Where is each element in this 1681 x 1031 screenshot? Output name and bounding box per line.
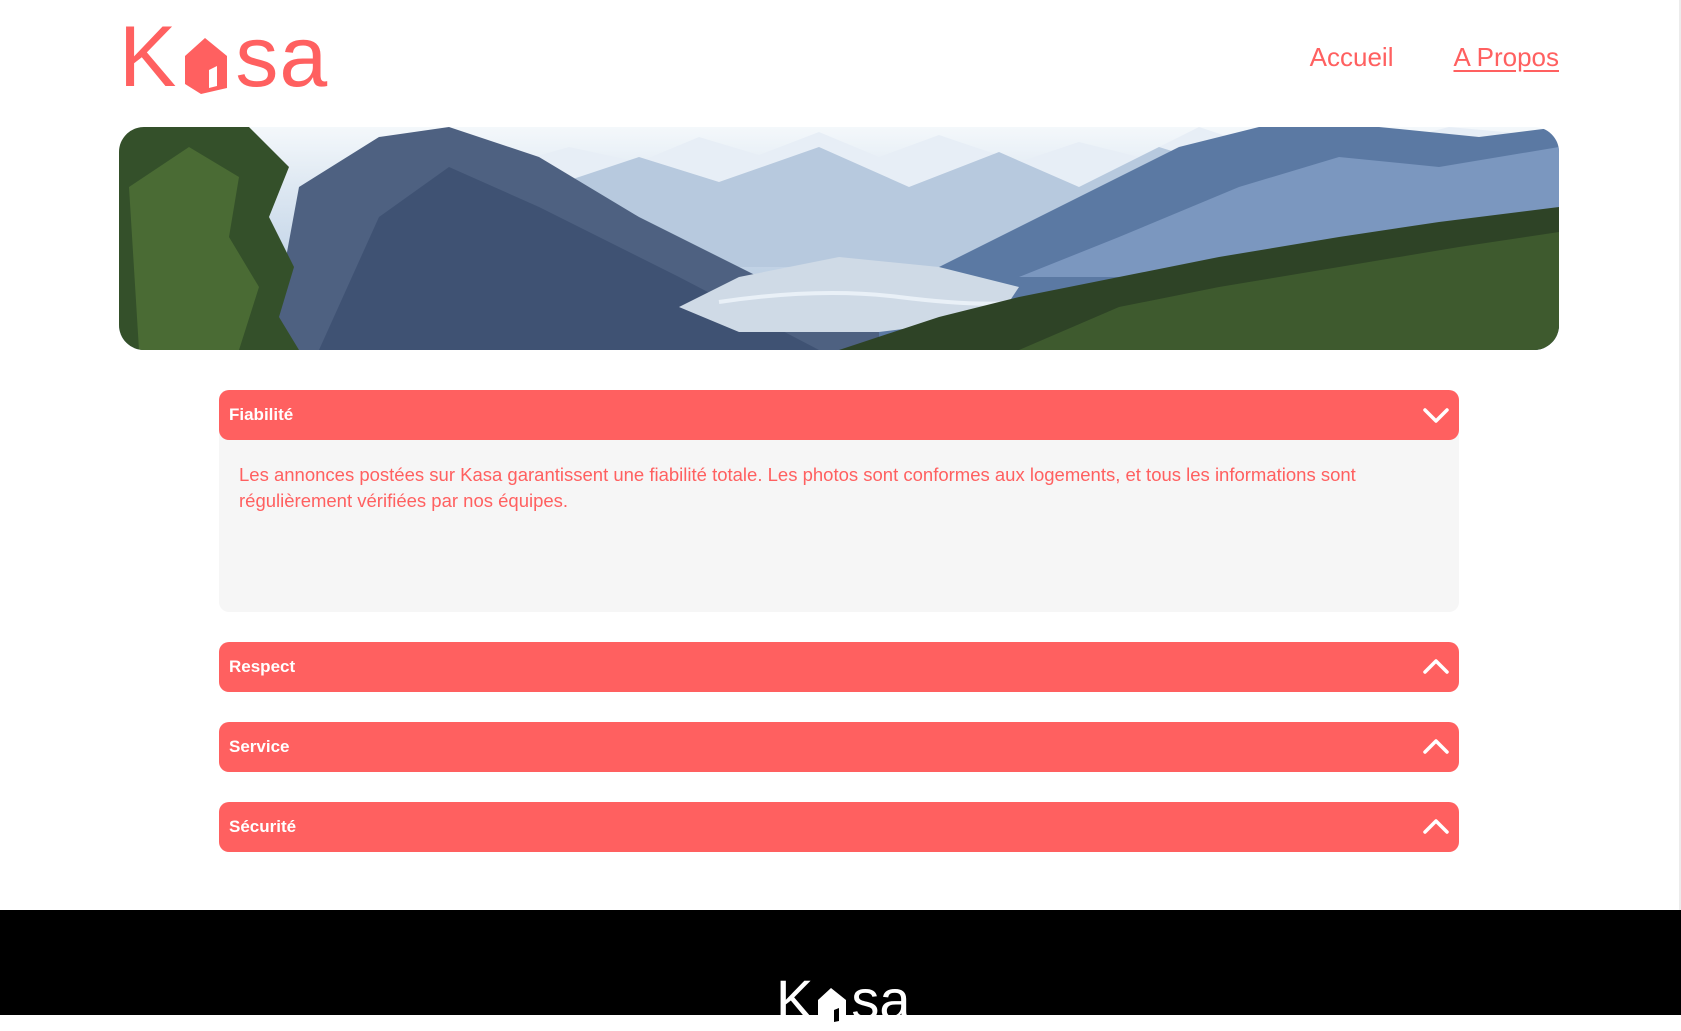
footer-logo-letters-rest: sa: [851, 968, 911, 1031]
logo-letter-k: K: [119, 9, 178, 105]
nav-link-accueil[interactable]: Accueil: [1310, 42, 1394, 73]
collapse-title: Fiabilité: [229, 405, 294, 424]
collapse-header-securite[interactable]: Sécurité: [219, 802, 1459, 852]
page: K sa Accueil A Propos Fiabilité Les anno…: [0, 0, 1681, 1030]
header: K sa Accueil A Propos: [119, 9, 1559, 105]
collapse-header-service[interactable]: Service: [219, 722, 1459, 772]
collapse-header-fiabilite[interactable]: Fiabilité: [219, 390, 1459, 440]
nav-link-a-propos[interactable]: A Propos: [1453, 42, 1559, 73]
footer-logo: K sa: [776, 970, 911, 1030]
collapse-header-respect[interactable]: Respect: [219, 642, 1459, 692]
footer: K sa: [0, 910, 1681, 1030]
collapse-title: Respect: [229, 657, 296, 676]
logo[interactable]: K sa: [119, 9, 329, 105]
collapse-title: Service: [229, 737, 290, 756]
collapse-title: Sécurité: [229, 817, 297, 836]
collapse-securite: Sécurité: [219, 802, 1459, 852]
banner-image: [119, 127, 1559, 350]
collapse-text: Les annonces postées sur Kasa garantisse…: [239, 464, 1356, 511]
main-nav: Accueil A Propos: [1310, 42, 1559, 73]
collapse-body-fiabilite: Les annonces postées sur Kasa garantisse…: [219, 432, 1459, 612]
house-icon: [816, 980, 848, 1030]
footer-logo-letter-k: K: [776, 968, 814, 1031]
collapse-list: Fiabilité Les annonces postées sur Kasa …: [219, 390, 1459, 882]
chevron-up-icon[interactable]: [1423, 814, 1449, 840]
house-icon: [181, 20, 231, 94]
logo-letters-rest: sa: [235, 9, 329, 105]
chevron-up-icon[interactable]: [1423, 654, 1449, 680]
collapse-fiabilite: Fiabilité Les annonces postées sur Kasa …: [219, 390, 1459, 612]
chevron-up-icon[interactable]: [1423, 734, 1449, 760]
chevron-down-icon[interactable]: [1423, 402, 1449, 428]
collapse-service: Service: [219, 722, 1459, 772]
collapse-respect: Respect: [219, 642, 1459, 692]
